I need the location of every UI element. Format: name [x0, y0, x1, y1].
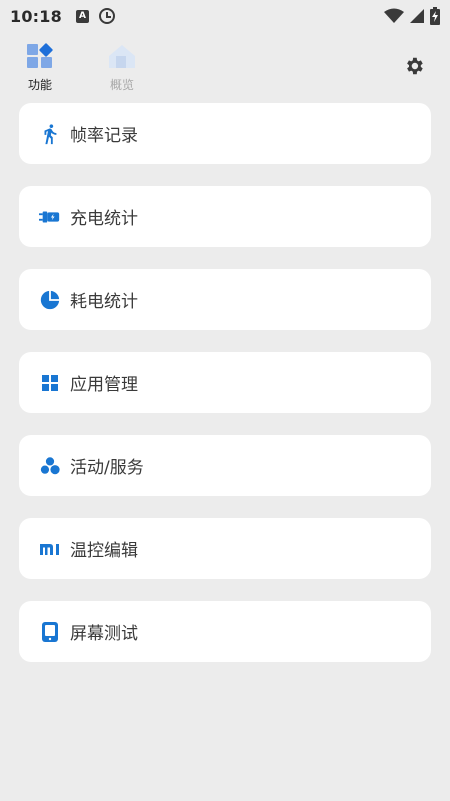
mi-logo-icon	[39, 538, 61, 560]
menu-item-label: 充电统计	[70, 209, 138, 229]
battery-charging-icon	[430, 7, 440, 25]
top-bar: 功能 概览	[0, 38, 450, 98]
phone-screen-icon	[39, 621, 61, 643]
menu-item-label: 耗电统计	[70, 292, 138, 312]
menu-item-charge-stats[interactable]: 充电统计	[19, 186, 431, 247]
wifi-icon	[384, 8, 404, 23]
cell-signal-icon	[410, 9, 424, 23]
tab-overview[interactable]: 概览	[97, 42, 147, 93]
status-bar: 10:18 A	[0, 0, 450, 32]
three-circles-icon	[39, 455, 61, 477]
apps-grid-icon	[39, 372, 61, 394]
menu-item-label: 应用管理	[70, 375, 138, 395]
clock-icon	[98, 8, 115, 24]
font-a-icon: A	[75, 9, 89, 23]
menu-item-label: 温控编辑	[70, 541, 138, 561]
status-time: 10:18	[10, 6, 62, 26]
tab-label: 概览	[109, 78, 134, 92]
home-icon	[109, 45, 135, 68]
menu-item-label: 帧率记录	[70, 126, 138, 146]
charging-plug-icon	[39, 206, 61, 228]
feature-list: 帧率记录 充电统计 耗电统计 应用管理 活动/服务 温控编辑 屏幕测试	[19, 103, 431, 684]
menu-item-label: 屏幕测试	[70, 624, 138, 644]
pie-chart-icon	[39, 289, 61, 311]
menu-item-app-management[interactable]: 应用管理	[19, 352, 431, 413]
menu-item-screen-test[interactable]: 屏幕测试	[19, 601, 431, 662]
grid-diamond-icon	[27, 43, 53, 68]
menu-item-power-stats[interactable]: 耗电统计	[19, 269, 431, 330]
menu-item-thermal-edit[interactable]: 温控编辑	[19, 518, 431, 579]
menu-item-activity-service[interactable]: 活动/服务	[19, 435, 431, 496]
tab-features[interactable]: 功能	[15, 42, 65, 93]
settings-button[interactable]	[401, 53, 427, 79]
menu-item-label: 活动/服务	[70, 458, 144, 478]
tab-label: 功能	[27, 78, 52, 92]
gear-icon	[407, 57, 423, 75]
running-person-icon	[39, 123, 61, 145]
menu-item-fps-record[interactable]: 帧率记录	[19, 103, 431, 164]
